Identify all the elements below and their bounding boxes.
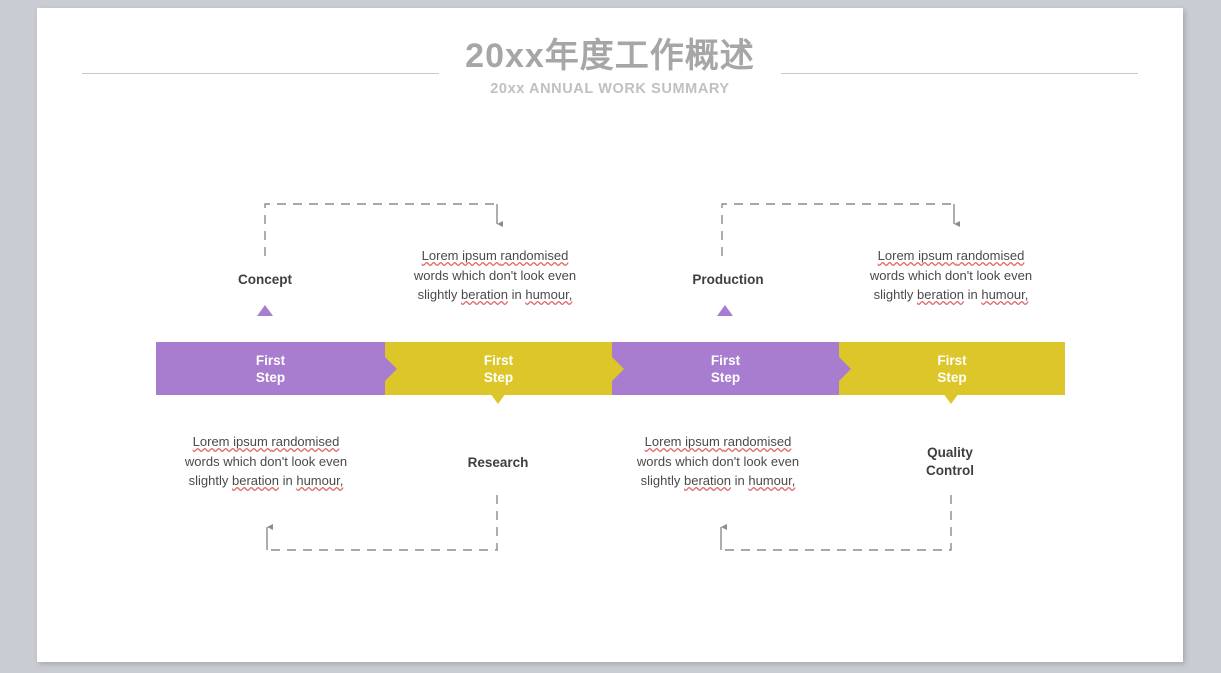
banner-segment-label: First Step [483,352,514,385]
plain-word: words which don't look even [636,453,800,469]
plain-word: words which don't look even [869,267,1033,283]
spellcheck-word: randomised [956,248,1025,263]
spellcheck-word: randomised [723,434,792,449]
chevron-right-icon [385,356,397,381]
banner-segment-2[interactable]: First Step [385,342,624,395]
spellcheck-word: humour, [748,473,796,488]
plain-word: in [731,473,749,488]
spellcheck-word: beration [917,287,964,302]
chevron-right-icon [839,356,851,381]
marker-triangle-down-quality [943,393,959,404]
spellcheck-word: Lorem ipsum [192,434,272,449]
marker-triangle-down-research [490,393,506,404]
slide-canvas: 20xx年度工作概述 20xx ANNUAL WORK SUMMARY Firs… [37,8,1183,662]
marker-triangle-up-production [717,305,733,316]
banner-segment-1[interactable]: First Step [156,342,397,395]
plain-word: in [508,287,526,302]
description-text-top-left: Lorem ipsum randomised words which don't … [387,246,603,305]
plain-word: slightly [873,287,918,302]
node-label-production: Production [692,272,764,287]
spellcheck-word: humour, [525,287,573,302]
plain-word: in [964,287,982,302]
marker-triangle-up-concept [257,305,273,316]
plain-word: in [279,473,297,488]
spellcheck-word: beration [684,473,731,488]
spellcheck-word: randomised [500,248,569,263]
spellcheck-word: beration [461,287,508,302]
spellcheck-word: humour, [981,287,1029,302]
process-banner: First Step First Step First Step First S… [156,342,1065,395]
banner-segment-3[interactable]: First Step [612,342,851,395]
description-text-bottom-left: Lorem ipsum randomised words which don't … [158,432,374,491]
plain-word: words which don't look even [184,453,348,469]
description-text-top-right: Lorem ipsum randomised words which don't … [843,246,1059,305]
description-text-bottom-right: Lorem ipsum randomised words which don't … [610,432,826,491]
plain-word: slightly [417,287,462,302]
spellcheck-word: Lorem ipsum [877,248,957,263]
spellcheck-word: humour, [296,473,344,488]
node-label-concept: Concept [238,272,292,287]
node-label-research: Research [467,455,529,470]
chevron-right-icon [612,356,624,381]
plain-word: words which don't look even [413,267,577,283]
spellcheck-word: randomised [271,434,340,449]
spellcheck-word: Lorem ipsum [421,248,501,263]
spellcheck-word: beration [232,473,279,488]
connector-bottom-left-path [267,495,498,551]
banner-segment-label: First Step [710,352,741,385]
plain-word: slightly [188,473,233,488]
connector-bottom-right-path [721,495,952,551]
plain-word: slightly [640,473,685,488]
banner-segment-4[interactable]: First Step [839,342,1065,395]
banner-segment-label: First Step [255,352,286,385]
node-label-quality-control: Quality Control [926,445,974,478]
banner-segment-label: First Step [937,352,967,385]
spellcheck-word: Lorem ipsum [644,434,724,449]
connector-lines [264,203,960,551]
process-timeline-diagram: First Step First Step First Step First S… [37,8,1183,662]
